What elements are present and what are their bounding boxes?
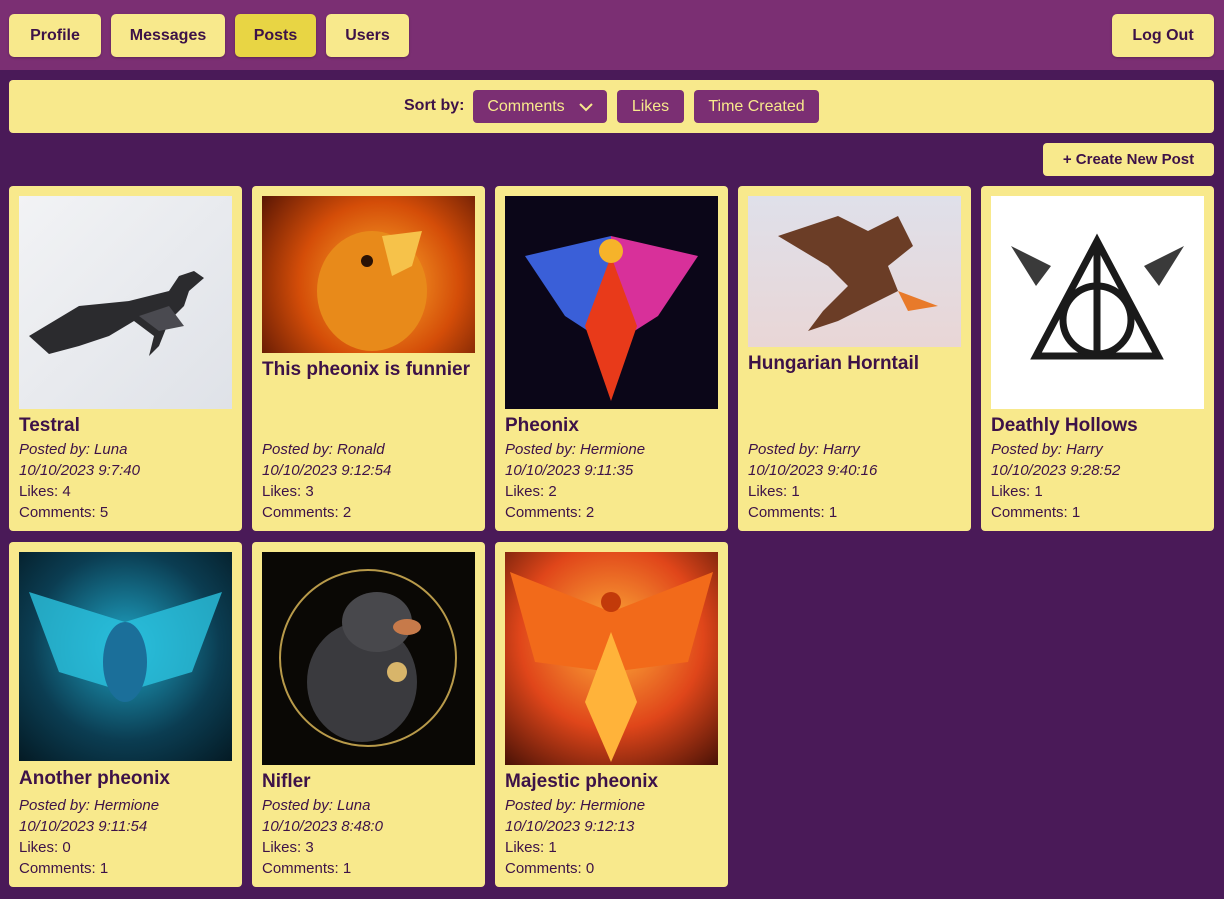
post-author: Posted by: Hermione [505,797,646,814]
sort-time-created-button[interactable]: Time Created [694,90,819,123]
post-timestamp: 10/10/2023 9:28:52 [991,462,1121,479]
post-title[interactable]: Pheonix [505,415,579,437]
post-comments: Comments: 1 [262,860,352,877]
nav-posts-button[interactable]: Posts [235,14,316,57]
logout-button[interactable]: Log Out [1112,14,1214,57]
fire-phoenix-image[interactable] [505,552,718,765]
post-meta: Posted by: Luna 10/10/2023 9:7:40 Likes:… [19,439,140,523]
chevron-down-icon [578,102,593,111]
post-card[interactable]: Deathly Hollows Posted by: Harry 10/10/2… [981,186,1214,531]
sort-label: Sort by: [404,97,465,114]
post-title[interactable]: Majestic pheonix [505,771,658,793]
post-author: Posted by: Hermione [19,797,160,814]
nav-profile-button[interactable]: Profile [9,14,101,57]
nav-users-button[interactable]: Users [326,14,409,57]
post-comments: Comments: 2 [262,504,352,521]
post-likes: Likes: 3 [262,483,314,500]
post-likes: Likes: 2 [505,483,557,500]
dragon-image[interactable] [748,196,961,347]
post-likes: Likes: 0 [19,839,71,856]
sort-comments-dropdown[interactable]: Comments [473,90,607,123]
post-title[interactable]: Testral [19,415,80,437]
post-timestamp: 10/10/2023 9:11:35 [505,462,634,479]
post-meta: Posted by: Hermione 10/10/2023 9:11:54 L… [19,795,159,879]
post-likes: Likes: 1 [748,483,800,500]
niffler-image[interactable] [262,552,475,765]
post-comments: Comments: 1 [19,860,109,877]
post-timestamp: 10/10/2023 9:12:54 [262,462,392,479]
post-title[interactable]: Deathly Hollows [991,415,1138,437]
post-comments: Comments: 2 [505,504,595,521]
post-card[interactable]: Another pheonix Posted by: Hermione 10/1… [9,542,242,887]
post-card[interactable]: Nifler Posted by: Luna 10/10/2023 8:48:0… [252,542,485,887]
post-timestamp: 10/10/2023 9:12:13 [505,818,635,835]
post-card[interactable]: Majestic pheonix Posted by: Hermione 10/… [495,542,728,887]
post-card[interactable]: Hungarian Horntail Posted by: Harry 10/1… [738,186,971,531]
post-author: Posted by: Ronald [262,441,385,458]
sort-likes-button[interactable]: Likes [617,90,684,123]
fire-eagle-image[interactable] [262,196,475,353]
post-title[interactable]: Nifler [262,771,311,793]
colorful-phoenix-image[interactable] [505,196,718,409]
post-meta: Posted by: Luna 10/10/2023 8:48:0 Likes:… [262,795,383,879]
sort-comments-label: Comments [487,97,565,115]
post-meta: Posted by: Hermione 10/10/2023 9:11:35 L… [505,439,645,523]
post-title[interactable]: Hungarian Horntail [748,353,919,375]
post-timestamp: 10/10/2023 9:40:16 [748,462,878,479]
post-timestamp: 10/10/2023 8:48:0 [262,818,383,835]
post-card[interactable]: Pheonix Posted by: Hermione 10/10/2023 9… [495,186,728,531]
post-meta: Posted by: Hermione 10/10/2023 9:12:13 L… [505,795,645,879]
post-author: Posted by: Hermione [505,441,646,458]
post-meta: Posted by: Ronald 10/10/2023 9:12:54 Lik… [262,439,391,523]
create-new-post-button[interactable]: + Create New Post [1043,143,1214,176]
sort-bar: Sort by: Comments Likes Time Created [9,80,1214,133]
deathly-hallows-image[interactable] [991,196,1204,409]
post-comments: Comments: 5 [19,504,109,521]
top-nav-bar: Profile Messages Posts Users Log Out [0,0,1224,70]
post-comments: Comments: 0 [505,860,595,877]
post-card[interactable]: This pheonix is funnier Posted by: Ronal… [252,186,485,531]
blue-phoenix-image[interactable] [19,552,232,761]
post-meta: Posted by: Harry 10/10/2023 9:40:16 Like… [748,439,877,523]
post-comments: Comments: 1 [991,504,1081,521]
post-likes: Likes: 3 [262,839,314,856]
post-timestamp: 10/10/2023 9:7:40 [19,462,140,479]
post-likes: Likes: 1 [991,483,1043,500]
post-likes: Likes: 1 [505,839,557,856]
post-author: Posted by: Harry [748,441,860,458]
post-author: Posted by: Luna [262,797,371,814]
post-meta: Posted by: Harry 10/10/2023 9:28:52 Like… [991,439,1120,523]
post-title[interactable]: Another pheonix [19,768,170,790]
post-comments: Comments: 1 [748,504,838,521]
post-card[interactable]: Testral Posted by: Luna 10/10/2023 9:7:4… [9,186,242,531]
post-author: Posted by: Luna [19,441,128,458]
post-likes: Likes: 4 [19,483,71,500]
nav-messages-button[interactable]: Messages [111,14,225,57]
thestral-image[interactable] [19,196,232,409]
post-author: Posted by: Harry [991,441,1103,458]
post-title[interactable]: This pheonix is funnier [262,359,470,381]
post-timestamp: 10/10/2023 9:11:54 [19,818,148,835]
